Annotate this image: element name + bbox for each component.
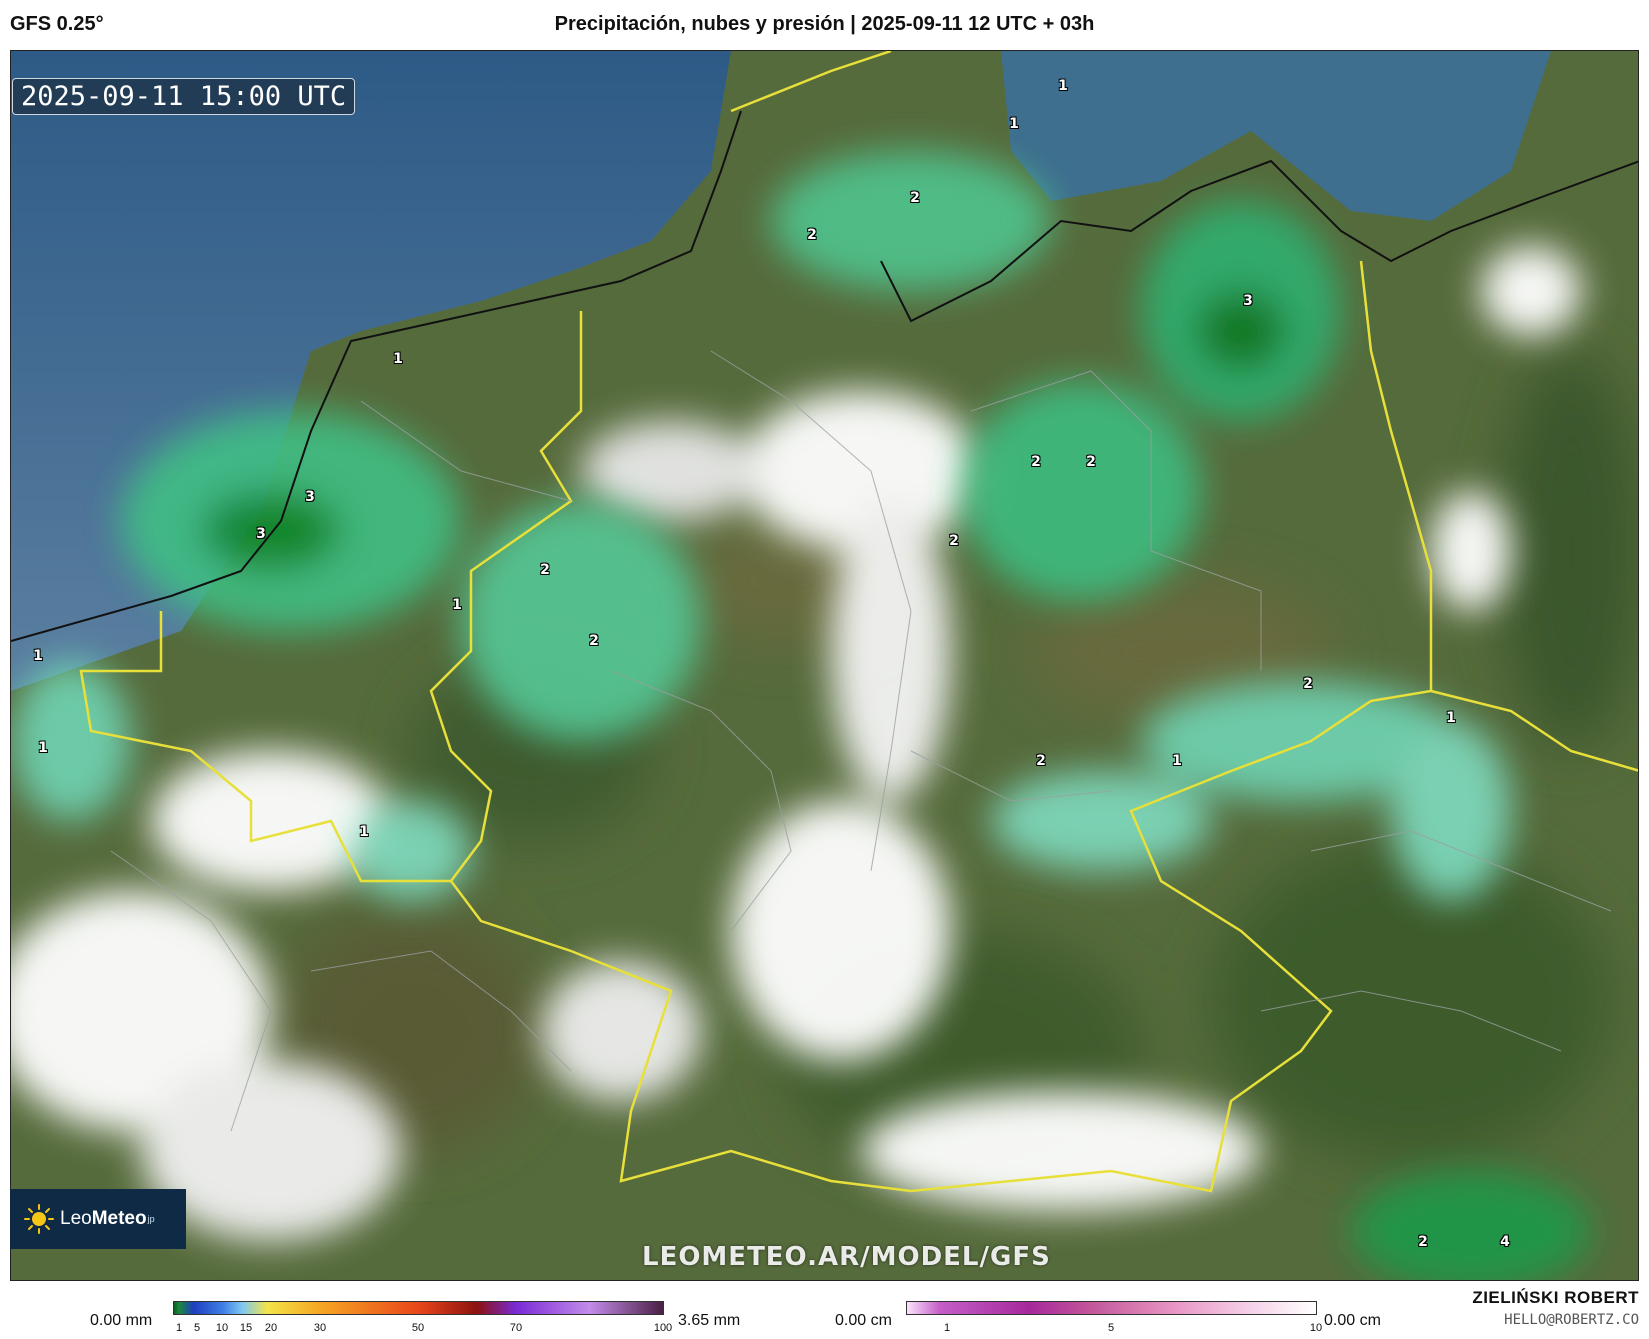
precip-value: 1 bbox=[1058, 78, 1068, 94]
precip-value: 2 bbox=[807, 227, 817, 243]
map-background bbox=[11, 51, 1638, 1280]
precip-tick: 70 bbox=[509, 1322, 523, 1334]
precip-value: 3 bbox=[1243, 293, 1253, 309]
precip-tick: 20 bbox=[264, 1322, 278, 1334]
author-name: ZIELIŃSKI ROBERT bbox=[1472, 1288, 1639, 1307]
precip-legend-min: 0.00 mm bbox=[90, 1312, 153, 1329]
precip-value: 2 bbox=[589, 633, 599, 649]
logo-suffix: jp bbox=[147, 1214, 155, 1224]
precip-color-bar bbox=[173, 1301, 664, 1315]
precip-value: 3 bbox=[256, 526, 266, 542]
logo-text-bold: Meteo bbox=[91, 1208, 147, 1229]
precip-value: 2 bbox=[1031, 454, 1041, 470]
snow-legend-min: 0.00 cm bbox=[835, 1312, 892, 1329]
precip-value: 2 bbox=[1036, 753, 1046, 769]
snow-tick: 10 bbox=[1309, 1322, 1323, 1334]
precip-value: 3 bbox=[305, 489, 315, 505]
precip-value: 4 bbox=[1500, 1234, 1510, 1250]
precip-value: 1 bbox=[1009, 116, 1019, 132]
precip-value: 2 bbox=[949, 533, 959, 549]
author-email[interactable]: HELLO@ROBERTZ.CO bbox=[1504, 1312, 1639, 1328]
chart-title: Precipitación, nubes y presión | 2025-09… bbox=[554, 13, 1095, 35]
precip-value: 1 bbox=[359, 824, 369, 840]
precip-value: 2 bbox=[1086, 454, 1096, 470]
precip-value: 1 bbox=[1172, 753, 1182, 769]
precip-value: 1 bbox=[452, 597, 462, 613]
precip-value: 1 bbox=[38, 740, 48, 756]
logo-text-light: Leo bbox=[60, 1208, 92, 1229]
precip-tick: 50 bbox=[411, 1322, 425, 1334]
precip-value: 2 bbox=[910, 190, 920, 206]
precip-value: 2 bbox=[1418, 1234, 1428, 1250]
legend-footer: 0.00 mm 3.65 mm 1 5 10 15 20 30 50 70 10… bbox=[0, 1281, 1649, 1339]
precip-value: 2 bbox=[540, 562, 550, 578]
site-watermark: LEOMETEO.AR/MODEL/GFS bbox=[642, 1242, 1051, 1272]
logo-text: LeoMeteo bbox=[60, 1208, 147, 1230]
precip-value: 1 bbox=[33, 648, 43, 664]
snow-tick: 5 bbox=[1107, 1322, 1115, 1334]
weather-map[interactable]: 1 1 1 2 2 3 1 1 2 2 2 2 2 1 3 3 1 2 1 2 … bbox=[10, 50, 1639, 1281]
valid-time-label: 2025-09-11 15:00 UTC bbox=[12, 78, 356, 115]
precip-tick: 15 bbox=[239, 1322, 253, 1334]
snow-legend-max: 0.00 cm bbox=[1324, 1312, 1381, 1329]
precip-value: 2 bbox=[1303, 676, 1313, 692]
precip-tick: 100 bbox=[653, 1322, 673, 1334]
snow-color-bar bbox=[906, 1301, 1317, 1315]
snow-tick: 1 bbox=[943, 1322, 951, 1334]
precip-legend-max: 3.65 mm bbox=[678, 1312, 741, 1329]
precip-tick: 5 bbox=[193, 1322, 201, 1334]
precip-tick: 10 bbox=[215, 1322, 229, 1334]
precip-tick: 1 bbox=[175, 1322, 183, 1334]
sun-icon bbox=[24, 1204, 54, 1234]
precip-value: 1 bbox=[1446, 710, 1456, 726]
leometeo-logo[interactable]: LeoMeteo jp bbox=[10, 1189, 186, 1249]
header: GFS 0.25° Precipitación, nubes y presión… bbox=[0, 0, 1649, 50]
precip-value: 1 bbox=[393, 351, 403, 367]
precip-tick: 30 bbox=[313, 1322, 327, 1334]
